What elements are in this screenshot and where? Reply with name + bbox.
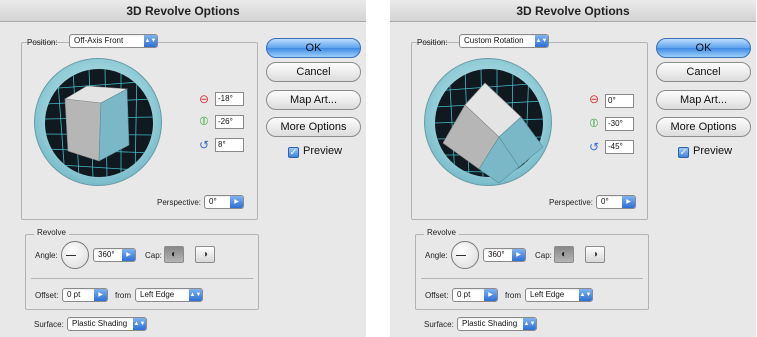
select-arrows-icon: ▲▼ xyxy=(579,289,592,301)
cap-label: Cap: xyxy=(535,251,552,260)
select-arrows-icon: ▲▼ xyxy=(189,289,202,301)
z-axis-rotate-icon: ↺ xyxy=(588,140,600,154)
cap-label: Cap: xyxy=(145,251,162,260)
revolve-divider xyxy=(31,278,253,279)
more-options-button[interactable]: More Options xyxy=(266,117,361,137)
x-axis-rotate-icon: ⊖ xyxy=(198,92,210,106)
dropdown-arrow-icon: ▶ xyxy=(94,289,107,301)
offset-select[interactable]: 0 pt ▶ xyxy=(62,288,108,302)
x-axis-rotate-icon: ⊖ xyxy=(588,92,600,106)
perspective-label: Perspective: xyxy=(549,198,594,207)
revolve-options-dialog-left: 3D Revolve Options Position: Off-Axis Fr… xyxy=(0,0,366,337)
position-select[interactable]: Off-Axis Front ▲▼ xyxy=(69,34,158,48)
angle-value: 360° xyxy=(488,250,505,259)
position-select-value: Off-Axis Front xyxy=(74,36,124,45)
from-label: from xyxy=(505,291,521,300)
cap-on-icon[interactable]: ◐ xyxy=(164,246,184,263)
z-rotation-input[interactable]: 8° xyxy=(215,138,244,152)
cap-on-icon[interactable]: ◐ xyxy=(554,246,574,263)
revolve-title: Revolve xyxy=(424,228,459,237)
map-art-button[interactable]: Map Art... xyxy=(266,90,361,110)
surface-value: Plastic Shading xyxy=(72,319,128,328)
y-axis-rotate-icon: ⦶ xyxy=(589,116,599,130)
surface-value: Plastic Shading xyxy=(462,319,518,328)
select-arrows-icon: ▲▼ xyxy=(133,318,146,330)
surface-label: Surface: xyxy=(424,320,454,329)
cube-preview xyxy=(64,85,130,162)
angle-dial[interactable] xyxy=(451,241,479,269)
from-select[interactable]: Left Edge ▲▼ xyxy=(135,288,203,302)
offset-select[interactable]: 0 pt ▶ xyxy=(452,288,498,302)
angle-label: Angle: xyxy=(425,251,448,260)
checkmark-icon: ✓ xyxy=(288,147,299,158)
ok-button[interactable]: OK xyxy=(266,38,361,58)
angle-select[interactable]: 360° ▶ xyxy=(93,248,136,262)
perspective-select[interactable]: 0° ▶ xyxy=(204,195,244,209)
perspective-value: 0° xyxy=(209,197,217,206)
perspective-value: 0° xyxy=(601,197,609,206)
select-arrows-icon: ▲▼ xyxy=(523,318,536,330)
surface-select[interactable]: Plastic Shading ▲▼ xyxy=(457,317,537,331)
dropdown-arrow-icon: ▶ xyxy=(484,289,497,301)
rotation-trackball[interactable] xyxy=(424,58,552,186)
rotation-trackball[interactable] xyxy=(34,58,162,186)
dialog-title: 3D Revolve Options xyxy=(390,0,756,22)
select-arrows-icon: ▲▼ xyxy=(144,35,157,47)
checkmark-icon: ✓ xyxy=(678,147,689,158)
dropdown-arrow-icon: ▶ xyxy=(122,249,135,261)
cancel-button[interactable]: Cancel xyxy=(656,62,751,82)
z-rotation-input[interactable]: -45° xyxy=(605,140,634,154)
position-label: Position: xyxy=(417,38,448,47)
offset-label: Offset: xyxy=(425,291,449,300)
offset-value: 0 pt xyxy=(457,290,471,299)
perspective-select[interactable]: 0° ▶ xyxy=(596,195,636,209)
cap-off-icon[interactable]: ◑ xyxy=(585,246,605,263)
angle-select[interactable]: 360° ▶ xyxy=(483,248,526,262)
revolve-title: Revolve xyxy=(34,228,69,237)
z-axis-rotate-icon: ↺ xyxy=(198,138,210,152)
position-label: Position: xyxy=(27,38,58,47)
x-rotation-input[interactable]: 0° xyxy=(605,94,634,108)
dialog-title: 3D Revolve Options xyxy=(0,0,366,22)
from-value: Left Edge xyxy=(530,290,565,299)
revolve-options-dialog-right: 3D Revolve Options Position: Custom Rota… xyxy=(390,0,756,337)
dropdown-arrow-icon: ▶ xyxy=(622,196,635,208)
preview-label: Preview xyxy=(693,145,733,157)
preview-checkbox[interactable]: ✓ Preview xyxy=(678,145,732,158)
y-rotation-input[interactable]: -26° xyxy=(215,115,244,129)
y-axis-rotate-icon: ⦶ xyxy=(199,114,209,128)
x-rotation-input[interactable]: -18° xyxy=(215,92,244,106)
preview-label: Preview xyxy=(303,145,343,157)
y-rotation-input[interactable]: -30° xyxy=(605,117,634,131)
from-value: Left Edge xyxy=(140,290,175,299)
select-arrows-icon: ▲▼ xyxy=(535,35,548,47)
surface-label: Surface: xyxy=(34,320,64,329)
ok-button[interactable]: OK xyxy=(656,38,751,58)
position-select[interactable]: Custom Rotation ▲▼ xyxy=(459,34,549,48)
from-label: from xyxy=(115,291,131,300)
surface-select[interactable]: Plastic Shading ▲▼ xyxy=(67,317,147,331)
cancel-button[interactable]: Cancel xyxy=(266,62,361,82)
angle-label: Angle: xyxy=(35,251,58,260)
preview-checkbox[interactable]: ✓ Preview xyxy=(288,145,342,158)
offset-value: 0 pt xyxy=(67,290,81,299)
revolve-divider xyxy=(421,278,643,279)
position-select-value: Custom Rotation xyxy=(464,36,524,45)
dropdown-arrow-icon: ▶ xyxy=(230,196,243,208)
more-options-button[interactable]: More Options xyxy=(656,117,751,137)
perspective-label: Perspective: xyxy=(157,198,202,207)
offset-label: Offset: xyxy=(35,291,59,300)
angle-value: 360° xyxy=(98,250,115,259)
map-art-button[interactable]: Map Art... xyxy=(656,90,751,110)
from-select[interactable]: Left Edge ▲▼ xyxy=(525,288,593,302)
cap-off-icon[interactable]: ◑ xyxy=(195,246,215,263)
angle-dial[interactable] xyxy=(61,241,89,269)
dropdown-arrow-icon: ▶ xyxy=(512,249,525,261)
